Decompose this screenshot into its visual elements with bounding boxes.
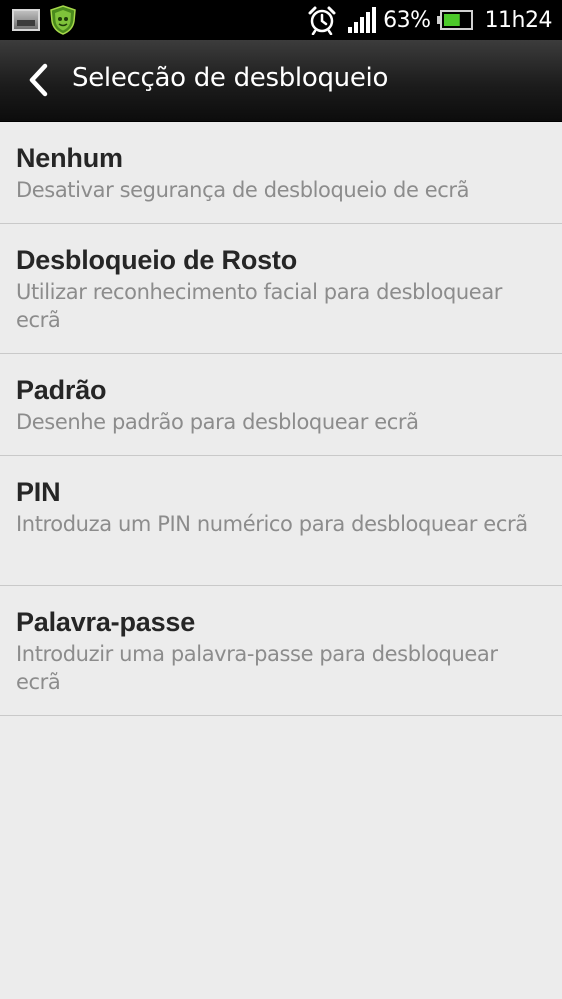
option-title: PIN	[16, 477, 61, 507]
alarm-clock-icon	[308, 6, 336, 35]
notification-icons	[12, 4, 78, 36]
action-bar: Selecção de desbloqueio	[0, 40, 562, 122]
page-title: Selecção de desbloqueio	[72, 63, 389, 93]
option-pin[interactable]: PIN Introduza um PIN numérico para desbl…	[0, 456, 562, 586]
status-clock: 11h24	[484, 7, 553, 33]
option-pattern[interactable]: Padrão Desenhe padrão para desbloquear e…	[0, 354, 562, 456]
unlock-options-list: Nenhum Desativar segurança de desbloquei…	[0, 122, 562, 716]
status-bar: 63% 11h24	[0, 0, 562, 40]
security-shield-icon	[50, 5, 76, 35]
option-description: Desenhe padrão para desbloquear ecrã	[16, 410, 419, 434]
option-title: Palavra-passe	[16, 607, 196, 637]
option-password[interactable]: Palavra-passe Introduzir uma palavra-pas…	[0, 586, 562, 716]
signal-strength-icon	[348, 7, 377, 33]
chevron-left-icon	[29, 63, 48, 97]
option-description: Desativar segurança de desbloqueio de ec…	[16, 178, 470, 202]
option-face-unlock[interactable]: Desbloqueio de Rosto Utilizar reconhecim…	[0, 224, 562, 354]
option-description: Utilizar reconhecimento facial para desb…	[16, 280, 503, 332]
system-icons: 63% 11h24	[307, 0, 553, 40]
option-title: Nenhum	[16, 143, 123, 173]
back-button[interactable]	[18, 60, 58, 100]
option-none[interactable]: Nenhum Desativar segurança de desbloquei…	[0, 122, 562, 224]
option-description: Introduzir uma palavra-passe para desblo…	[16, 642, 498, 694]
battery-percentage: 63%	[383, 7, 431, 33]
option-title: Padrão	[16, 375, 107, 405]
option-title: Desbloqueio de Rosto	[16, 245, 298, 275]
option-description: Introduza um PIN numérico para desbloque…	[16, 512, 528, 536]
gallery-notification-icon	[12, 9, 40, 31]
battery-icon	[436, 10, 473, 30]
